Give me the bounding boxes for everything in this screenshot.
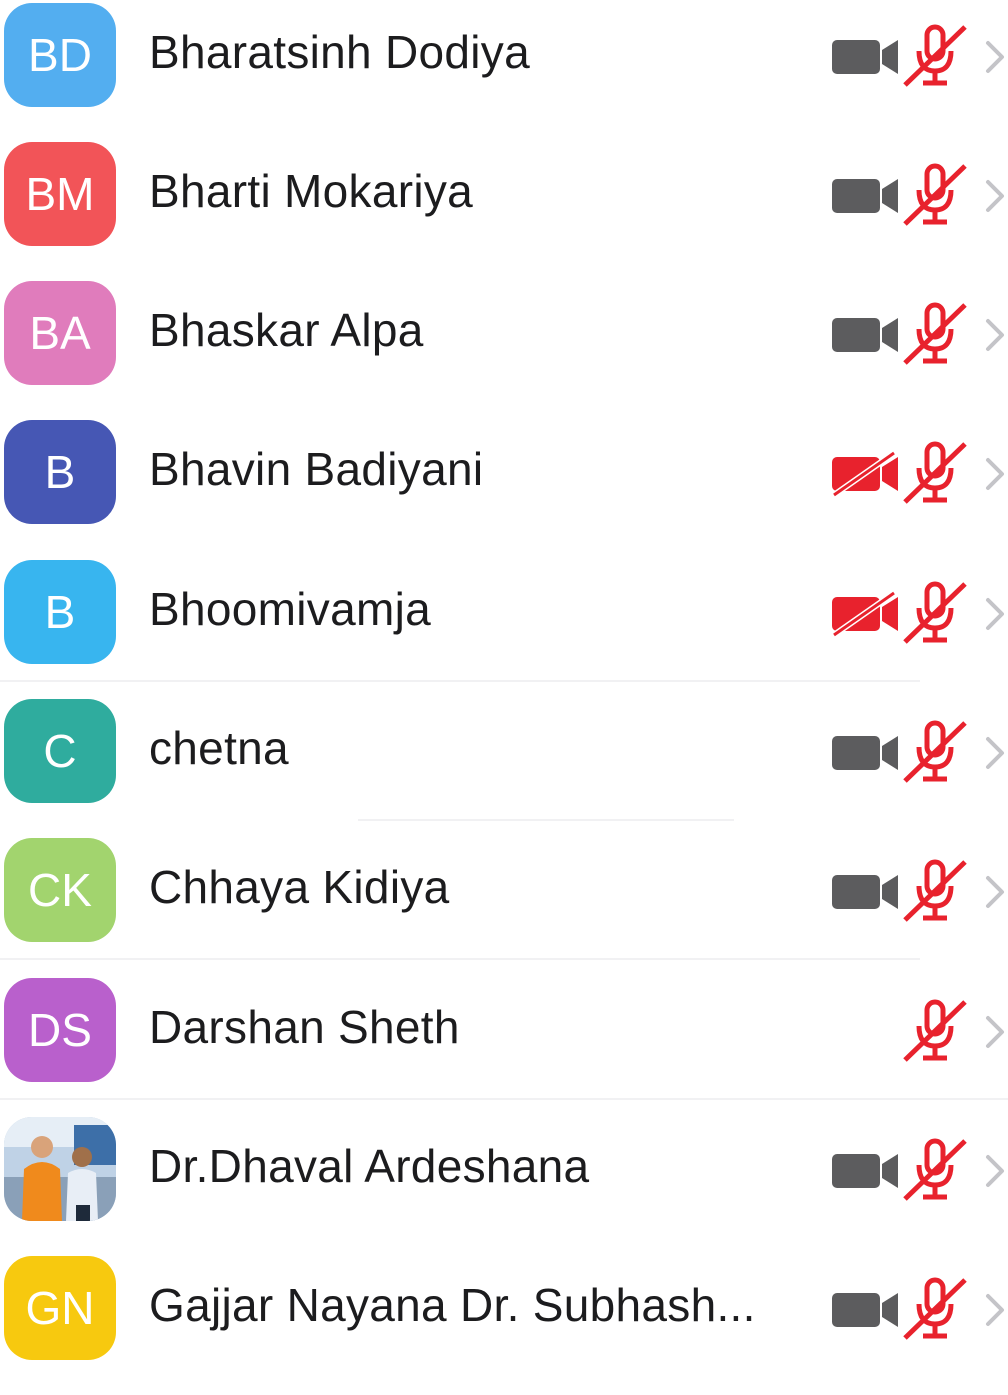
participant-row[interactable]: BM Bharti Mokariya — [0, 142, 1008, 281]
avatar: B — [4, 420, 116, 524]
video-camera-off-icon[interactable] — [832, 591, 900, 637]
microphone-muted-icon[interactable] — [901, 858, 969, 924]
divider — [0, 1098, 1008, 1100]
video-camera-icon[interactable] — [832, 869, 900, 915]
microphone-muted-icon[interactable] — [901, 1137, 969, 1203]
avatar-initials: C — [43, 725, 77, 777]
participant-name: Bhavin Badiyani — [149, 443, 484, 495]
avatar-initials: B — [44, 446, 76, 498]
chevron-right-icon[interactable] — [982, 594, 1008, 634]
profile-photo — [4, 1117, 116, 1221]
video-camera-icon[interactable] — [832, 34, 900, 80]
avatar: GN — [4, 1256, 116, 1360]
participant-row[interactable]: GN Gajjar Nayana Dr. Subhash... — [0, 1256, 1008, 1395]
microphone-muted-icon[interactable] — [901, 440, 969, 506]
avatar-initials: GN — [25, 1282, 95, 1334]
participant-name: Darshan Sheth — [149, 1001, 460, 1053]
avatar: BM — [4, 142, 116, 246]
microphone-muted-icon[interactable] — [901, 580, 969, 646]
chevron-right-icon[interactable] — [982, 176, 1008, 216]
participant-name: Dr.Dhaval Ardeshana — [149, 1140, 590, 1192]
video-camera-icon[interactable] — [832, 1148, 900, 1194]
participant-row[interactable]: CK Chhaya Kidiya — [0, 838, 1008, 977]
avatar: DS — [4, 978, 116, 1082]
divider — [0, 680, 920, 682]
participant-row[interactable]: B Bhavin Badiyani — [0, 420, 1008, 559]
video-camera-icon[interactable] — [832, 173, 900, 219]
participant-row[interactable]: BD Bharatsinh Dodiya — [0, 3, 1008, 142]
avatar: B — [4, 560, 116, 664]
chevron-right-icon[interactable] — [982, 733, 1008, 773]
chevron-right-icon[interactable] — [982, 872, 1008, 912]
video-camera-off-icon[interactable] — [832, 451, 900, 497]
avatar-initials: CK — [28, 864, 92, 916]
microphone-muted-icon[interactable] — [901, 23, 969, 89]
avatar: C — [4, 699, 116, 803]
video-camera-icon[interactable] — [832, 1287, 900, 1333]
participant-row[interactable]: BA Bhaskar Alpa — [0, 281, 1008, 420]
chevron-right-icon[interactable] — [982, 1290, 1008, 1330]
participant-name: Bhoomivamja — [149, 583, 431, 635]
avatar-photo — [4, 1117, 116, 1221]
avatar-initials: B — [44, 586, 76, 638]
avatar: CK — [4, 838, 116, 942]
participant-name: Gajjar Nayana Dr. Subhash... — [149, 1279, 756, 1331]
avatar: BD — [4, 3, 116, 107]
chevron-right-icon[interactable] — [982, 315, 1008, 355]
divider — [358, 819, 734, 821]
chevron-right-icon[interactable] — [982, 37, 1008, 77]
chevron-right-icon[interactable] — [982, 1012, 1008, 1052]
avatar-initials: DS — [28, 1004, 92, 1056]
avatar-initials: BD — [28, 29, 92, 81]
video-camera-icon[interactable] — [832, 312, 900, 358]
participant-name: Chhaya Kidiya — [149, 861, 450, 913]
participant-name: Bharti Mokariya — [149, 165, 474, 217]
microphone-muted-icon[interactable] — [901, 301, 969, 367]
participant-name: Bhaskar Alpa — [149, 304, 424, 356]
chevron-right-icon[interactable] — [982, 454, 1008, 494]
avatar-initials: BA — [29, 307, 91, 359]
participant-row[interactable]: DS Darshan Sheth — [0, 978, 1008, 1117]
microphone-muted-icon[interactable] — [901, 719, 969, 785]
microphone-muted-icon[interactable] — [901, 162, 969, 228]
participant-row[interactable]: Dr.Dhaval Ardeshana — [0, 1117, 1008, 1256]
chevron-right-icon[interactable] — [982, 1151, 1008, 1191]
participant-name: Bharatsinh Dodiya — [149, 26, 530, 78]
avatar: BA — [4, 281, 116, 385]
participant-row[interactable]: B Bhoomivamja — [0, 560, 1008, 699]
participant-row[interactable]: C chetna — [0, 699, 1008, 838]
microphone-muted-icon[interactable] — [901, 998, 969, 1064]
participant-name: chetna — [149, 722, 289, 774]
divider — [0, 958, 920, 960]
avatar-initials: BM — [25, 168, 95, 220]
microphone-muted-icon[interactable] — [901, 1276, 969, 1342]
video-camera-icon[interactable] — [832, 730, 900, 776]
